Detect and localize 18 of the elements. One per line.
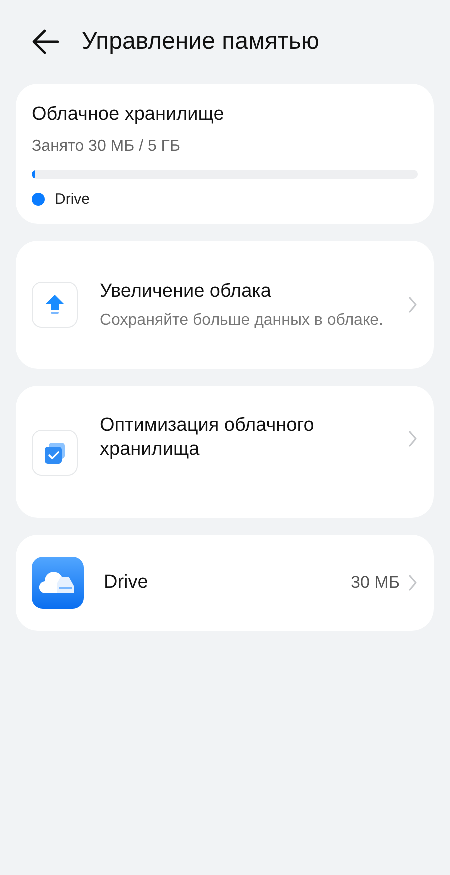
item-title: Увеличение облака [100,280,272,304]
cloud-app-icon [32,557,84,609]
list-card[interactable]: Увеличение облака Сохраняйте больше данных в облаке. [16,241,434,369]
list-card[interactable]: Оптимизация облачного хранилища [16,386,434,518]
storage-title: Облачное хранилище [32,104,226,126]
item-title: Drive [104,571,150,595]
list-card[interactable]: Drive 30 МБ [16,535,434,631]
item-size: 30 МБ [351,573,400,593]
chevron-icon [408,574,418,592]
page-title: Управление памятью [82,28,320,56]
upload-icon [32,282,78,328]
chevron-icon [408,296,418,314]
item-subtitle: Сохраняйте больше данных в облаке. [100,310,384,330]
item-title: Оптимизация облачного хранилища [100,414,316,462]
legend-label: Drive [55,191,90,208]
storage-usage: Занято 30 МБ / 5 ГБ [32,138,182,156]
chevron-icon [408,430,418,448]
checkbox-icon [32,430,78,476]
